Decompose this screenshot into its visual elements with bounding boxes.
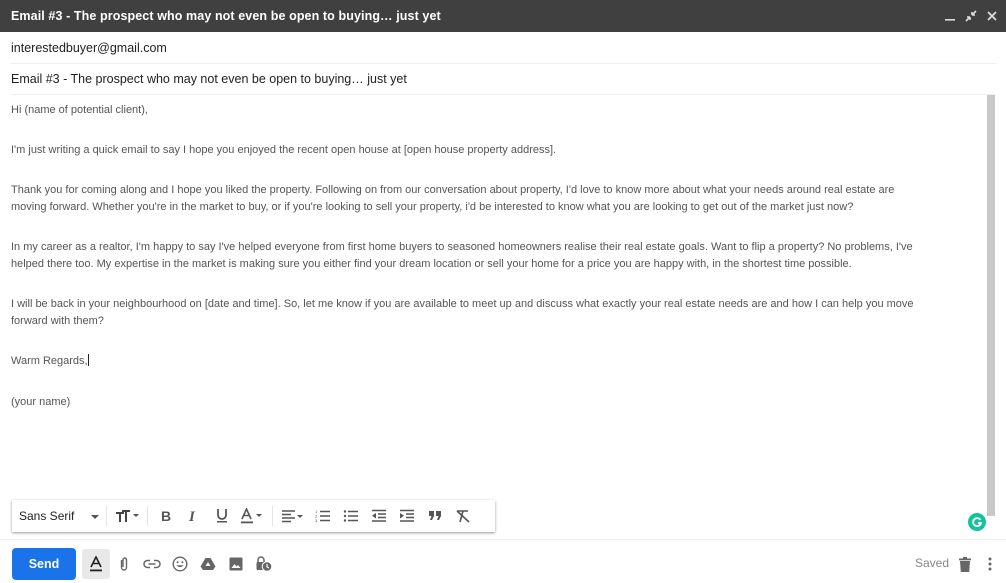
body-paragraph-3-line-1: In my career as a realtor, I'm happy to … [11,241,913,253]
indent-more-button[interactable] [393,502,421,530]
toolbar-divider [106,506,107,526]
numbered-list-icon: 123 [315,509,330,523]
quote-icon [429,511,441,520]
bold-button[interactable]: B [152,502,180,530]
exit-fullscreen-icon[interactable] [965,10,977,22]
body-paragraph-3-line-2: helped there too. My expertise in the ma… [11,258,852,270]
numbered-list-button[interactable]: 123 [309,502,337,530]
body-paragraph-4-line-1: I will be back in your neighbourhood on … [11,298,914,310]
italic-icon: I [188,509,196,523]
insert-link-button[interactable] [138,549,166,579]
body-paragraph-4-line-2: forward with them? [11,315,104,327]
text-cursor [87,354,89,366]
insert-drive-button[interactable] [194,549,222,579]
grammarly-icon[interactable] [968,513,986,531]
compose-actions [82,548,278,580]
align-left-icon [282,510,303,523]
quote-button[interactable] [421,502,449,530]
body-paragraph-2-line-1: Thank you for coming along and I hope yo… [11,184,895,196]
indent-less-button[interactable] [365,502,393,530]
trash-icon [959,556,971,572]
italic-button[interactable]: I [180,502,208,530]
text-format-icon [90,556,102,572]
message-body[interactable]: Hi (name of potential client), I'm just … [11,100,971,500]
underline-button[interactable] [208,502,236,530]
formatting-options-button[interactable] [82,549,110,579]
indent-less-icon [372,509,386,522]
window-controls [944,0,998,32]
window-title: Email #3 - The prospect who may not even… [11,9,441,23]
insert-photo-button[interactable] [222,549,250,579]
text-color-icon [241,508,262,524]
remove-formatting-button[interactable] [449,502,477,530]
recipient-email: interestedbuyer@gmail.com [11,41,167,55]
bulleted-list-icon [343,510,358,522]
text-color-button[interactable] [236,502,268,530]
attach-files-button[interactable] [110,549,138,579]
svg-text:B: B [161,509,171,523]
svg-text:I: I [188,509,196,523]
scrollbar-thumb[interactable] [987,95,995,516]
link-icon [143,559,161,569]
draft-status: Saved [914,556,949,570]
compose-title-bar[interactable]: Email #3 - The prospect who may not even… [0,0,1006,32]
photo-icon [229,557,243,571]
toolbar-divider [272,506,273,526]
font-size-button[interactable] [111,502,143,530]
formatting-toolbar: Sans Serif B I 123 [12,500,495,532]
discard-draft-button[interactable] [956,554,974,574]
bottom-divider [0,539,1006,540]
recipients-field[interactable]: interestedbuyer@gmail.com [11,33,996,64]
greeting-line: Hi (name of potential client), [11,104,148,116]
svg-text:3: 3 [315,518,318,523]
emoji-icon [172,556,188,572]
subject-field[interactable]: Email #3 - The prospect who may not even… [11,64,996,95]
minimize-icon[interactable] [944,10,956,22]
insert-emoji-button[interactable] [166,549,194,579]
signoff-line: Warm Regards, [11,353,971,370]
confidential-mode-button[interactable] [250,549,278,579]
more-options-button[interactable] [983,554,997,574]
send-button[interactable]: Send [12,548,76,580]
more-vert-icon [988,557,992,571]
subject-text: Email #3 - The prospect who may not even… [11,72,407,86]
close-icon[interactable] [986,10,998,22]
lock-clock-icon [256,556,273,572]
signature-line: (your name) [11,396,71,408]
google-drive-icon [200,558,216,570]
align-button[interactable] [277,502,309,530]
font-size-icon [116,510,139,522]
bold-icon: B [161,509,171,523]
bulleted-list-button[interactable] [337,502,365,530]
font-family-select[interactable]: Sans Serif [12,509,102,523]
remove-formatting-icon [456,510,470,523]
toolbar-divider [147,506,148,526]
body-paragraph-2-line-2: moving forward. Whether you're in the ma… [11,201,854,213]
underline-icon [217,509,227,523]
paperclip-icon [120,557,128,571]
font-family-value: Sans Serif [19,509,75,523]
indent-more-icon [400,509,414,522]
chevron-down-icon [91,509,99,523]
body-paragraph-1: I'm just writing a quick email to say I … [11,144,557,156]
signoff-text: Warm Regards, [11,355,88,367]
